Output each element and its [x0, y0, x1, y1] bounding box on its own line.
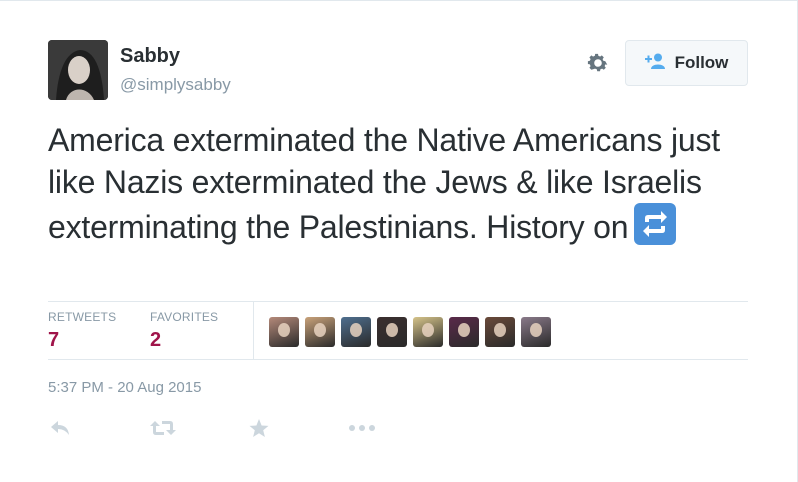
favoriter-4-avatar[interactable] [377, 317, 407, 347]
tweet-body: America exterminated the Native American… [48, 122, 720, 245]
reply-icon[interactable] [50, 419, 70, 437]
avatar-face [386, 323, 398, 337]
favorites-count[interactable]: 2 [150, 329, 161, 352]
tweet-card: Sabby @simplysabby Follow America exterm… [0, 0, 798, 482]
favoriter-2-avatar[interactable] [305, 317, 335, 347]
avatar-face [422, 323, 434, 337]
avatar-face [278, 323, 290, 337]
more-icon[interactable] [349, 425, 375, 431]
favorite-icon[interactable] [249, 419, 269, 438]
favoriter-3-avatar[interactable] [341, 317, 371, 347]
stats-bottom-divider [48, 359, 748, 360]
follow-label: Follow [674, 53, 729, 72]
stats-vertical-divider [253, 301, 254, 359]
add-user-icon [644, 53, 667, 74]
avatar-face [458, 323, 470, 337]
retweet-emoji-icon [634, 203, 677, 245]
favoriter-5-avatar[interactable] [413, 317, 443, 347]
favoriter-7-avatar[interactable] [485, 317, 515, 347]
follow-button[interactable]: Follow [625, 40, 748, 86]
avatar-face [530, 323, 542, 337]
retweets-count[interactable]: 7 [48, 329, 59, 352]
author-name[interactable]: Sabby [120, 45, 180, 68]
avatar-face [314, 323, 326, 337]
favoriter-6-avatar[interactable] [449, 317, 479, 347]
retweet-icon[interactable] [150, 419, 176, 437]
gear-icon[interactable] [586, 51, 610, 75]
author-avatar[interactable] [48, 40, 108, 100]
stats-top-divider [48, 301, 748, 302]
tweet-text: America exterminated the Native American… [48, 119, 768, 248]
favoriter-1-avatar[interactable] [269, 317, 299, 347]
author-handle[interactable]: @simplysabby [120, 75, 231, 95]
tweet-timestamp[interactable]: 5:37 PM - 20 Aug 2015 [48, 379, 201, 396]
avatar-face [494, 323, 506, 337]
retweets-label: RETWEETS [48, 310, 117, 324]
avatar-face [350, 323, 362, 337]
favoriter-avatars [269, 317, 551, 347]
favoriter-8-avatar[interactable] [521, 317, 551, 347]
favorites-label: FAVORITES [150, 310, 219, 324]
